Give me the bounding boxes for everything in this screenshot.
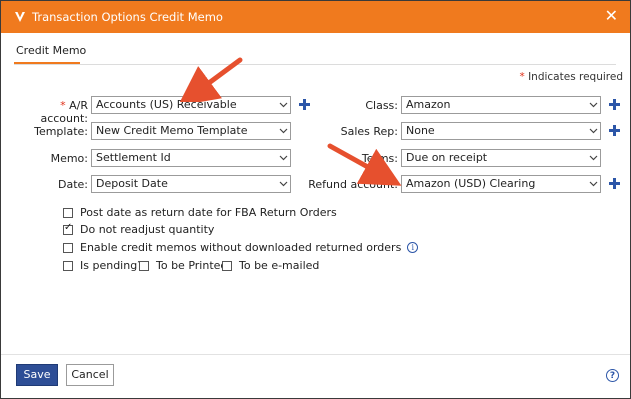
- enable-credit-label: Enable credit memos without downloaded r…: [80, 241, 402, 254]
- class-value: Amazon: [406, 98, 451, 111]
- is-pending-label: Is pending?: [80, 259, 144, 272]
- post-date-label: Post date as return date for FBA Return …: [80, 206, 337, 219]
- post-date-option: Post date as return date for FBA Return …: [63, 206, 337, 219]
- close-icon[interactable]: ✕: [605, 8, 618, 24]
- memo-select[interactable]: Settlement Id: [91, 149, 291, 167]
- template-value: New Credit Memo Template: [96, 124, 248, 137]
- required-star: *: [60, 99, 66, 112]
- required-star: *: [519, 71, 525, 83]
- app-logo-icon: [15, 12, 25, 22]
- sales-rep-value: None: [406, 124, 435, 137]
- to-be-emailed-option: To be e-mailed: [222, 259, 319, 272]
- terms-label: Terms:: [361, 152, 398, 165]
- to-be-printed-label: To be Printed: [156, 259, 228, 272]
- cancel-button[interactable]: Cancel: [66, 364, 114, 386]
- memo-label: Memo:: [50, 152, 88, 165]
- template-label: Template:: [34, 125, 88, 138]
- no-readjust-checkbox[interactable]: [63, 222, 73, 235]
- terms-select[interactable]: Due on receipt: [401, 149, 601, 167]
- add-ar-account-plus-icon[interactable]: [299, 99, 310, 110]
- is-pending-option: Is pending?: [63, 259, 143, 272]
- help-icon[interactable]: ?: [606, 369, 619, 382]
- to-be-printed-checkbox[interactable]: [139, 260, 149, 271]
- no-readjust-option: Do not readjust quantity: [63, 222, 215, 236]
- post-date-checkbox[interactable]: [63, 207, 73, 218]
- chevron-down-icon: [586, 150, 600, 166]
- dialog-title: Transaction Options Credit Memo: [32, 10, 223, 24]
- refund-account-value: Amazon (USD) Clearing: [406, 177, 536, 190]
- template-select[interactable]: New Credit Memo Template: [91, 122, 291, 140]
- is-pending-checkbox[interactable]: [63, 260, 73, 271]
- enable-credit-option: Enable credit memos without downloaded r…: [63, 241, 419, 254]
- class-label: Class:: [365, 99, 398, 112]
- chevron-down-icon: [276, 150, 290, 166]
- to-be-printed-option: To be Printed: [139, 259, 227, 272]
- sales-rep-label: Sales Rep:: [340, 125, 398, 138]
- required-note: * Indicates required: [519, 71, 623, 83]
- dialog-frame: [0, 0, 631, 399]
- tab-divider: [14, 64, 616, 65]
- enable-credit-checkbox[interactable]: [63, 242, 73, 253]
- ar-account-value: Accounts (US) Receivable: [96, 98, 237, 111]
- chevron-down-icon: [586, 176, 600, 192]
- chevron-down-icon: [586, 123, 600, 139]
- chevron-down-icon: [276, 123, 290, 139]
- sales-rep-select[interactable]: None: [401, 122, 601, 140]
- memo-value: Settlement Id: [96, 151, 171, 164]
- date-select[interactable]: Deposit Date: [91, 175, 291, 193]
- date-label: Date:: [58, 178, 88, 191]
- to-be-emailed-checkbox[interactable]: [222, 260, 232, 271]
- date-value: Deposit Date: [96, 177, 168, 190]
- to-be-emailed-label: To be e-mailed: [239, 259, 320, 272]
- terms-value: Due on receipt: [406, 151, 488, 164]
- save-button[interactable]: Save: [16, 364, 58, 386]
- add-class-plus-icon[interactable]: [609, 99, 620, 110]
- ar-account-label: * A/R account:: [14, 99, 88, 125]
- info-icon[interactable]: i: [407, 242, 419, 253]
- refund-account-label: Refund account:: [308, 178, 398, 191]
- chevron-down-icon: [276, 97, 290, 113]
- class-select[interactable]: Amazon: [401, 96, 601, 114]
- required-note-text: Indicates required: [528, 71, 623, 83]
- no-readjust-label: Do not readjust quantity: [80, 223, 215, 236]
- chevron-down-icon: [586, 97, 600, 113]
- refund-account-select[interactable]: Amazon (USD) Clearing: [401, 175, 601, 193]
- ar-account-select[interactable]: Accounts (US) Receivable: [91, 96, 291, 114]
- add-sales-rep-plus-icon[interactable]: [609, 125, 620, 136]
- chevron-down-icon: [276, 176, 290, 192]
- footer-divider: [1, 354, 630, 355]
- add-refund-account-plus-icon[interactable]: [609, 178, 620, 189]
- title-bar: Transaction Options Credit Memo ✕: [1, 1, 630, 33]
- tab-credit-memo[interactable]: Credit Memo: [16, 44, 86, 57]
